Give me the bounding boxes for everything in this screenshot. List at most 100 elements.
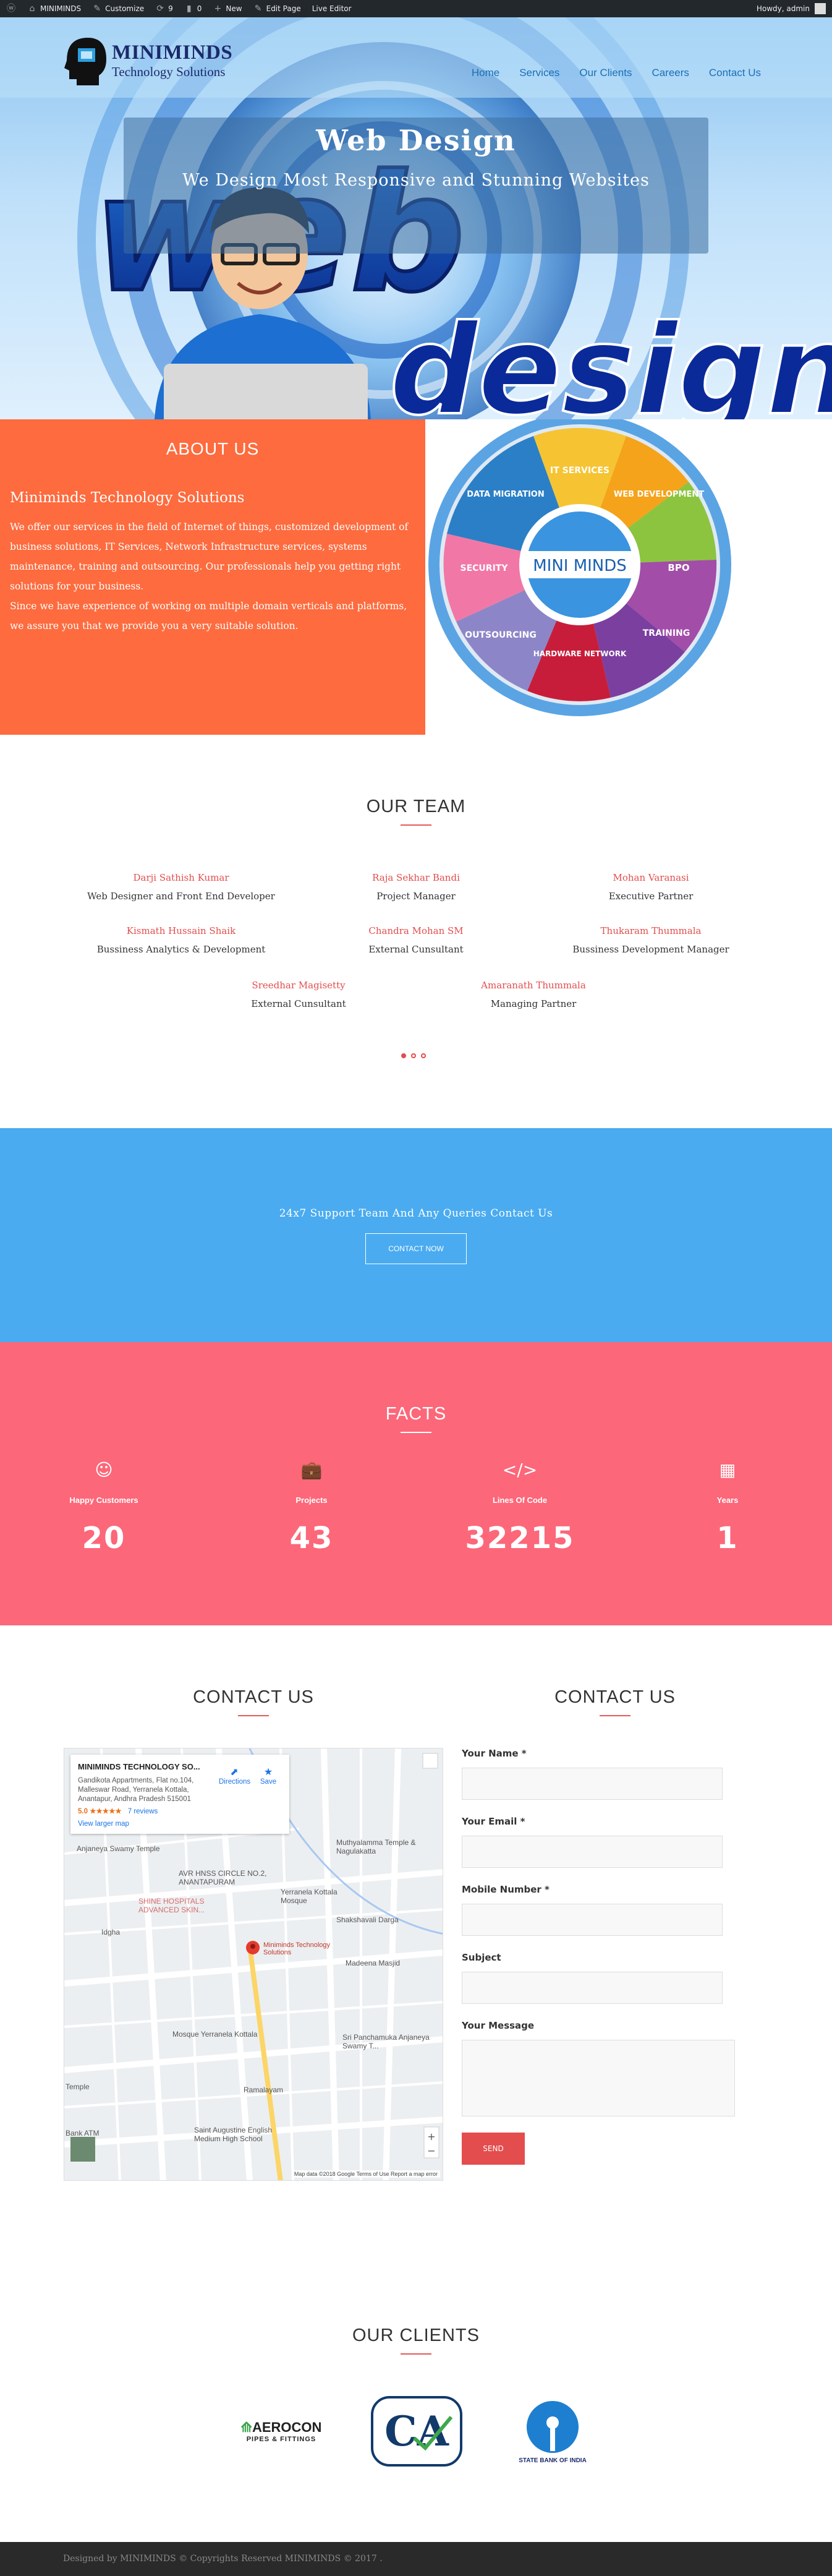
clients-heading: OUR CLIENTS	[352, 2326, 480, 2345]
fact-item: </> Lines Of Code 32215	[446, 1460, 594, 1555]
member-name: Chandra Mohan SM	[368, 925, 464, 936]
fact-label: Lines Of Code	[492, 1496, 548, 1505]
admin-account[interactable]: Howdy, admin	[757, 3, 826, 14]
member-name: Mohan Varanasi	[613, 872, 689, 883]
nav-services[interactable]: Services	[519, 67, 559, 79]
aerocon-mark-icon: ⟰	[240, 2420, 252, 2435]
member-name: Darji Sathish Kumar	[133, 872, 229, 883]
map-place-title: MINIMINDS TECHNOLOGY SO...	[78, 1762, 200, 1771]
wheel-segment-label: IT SERVICES	[550, 466, 609, 476]
admin-site-link[interactable]: ⌂ MINIMINDS	[27, 4, 82, 14]
fact-label: Projects	[295, 1496, 328, 1505]
main-nav: Home Services Our Clients Careers Contac…	[472, 67, 761, 79]
nav-contact-us[interactable]: Contact Us	[709, 67, 761, 79]
team-member: Kismath Hussain Shaik Bussiness Analytic…	[57, 925, 305, 955]
briefcase-icon: 💼	[300, 1460, 323, 1480]
mobile-label: Mobile Number *	[462, 1884, 550, 1895]
message-textarea[interactable]	[462, 2040, 735, 2116]
map-label: Sri Panchamuka Anjaneya Swamy T...	[342, 2033, 430, 2050]
contact-section: CONTACT US CONTACT US + − Anjaneya Swamy…	[0, 1625, 832, 2250]
team-member: Sreedhar Magisetty External Cunsultant	[175, 980, 422, 1009]
support-section: 24x7 Support Team And Any Queries Contac…	[0, 1128, 832, 1342]
map-label: Mosque Yerranela Kottala	[172, 2030, 258, 2039]
client-logo-aerocon[interactable]: ⟰AEROCON PIPES & FITTINGS	[229, 2391, 334, 2471]
fact-item: 💼 Projects 43	[237, 1460, 386, 1555]
send-button[interactable]: SEND	[462, 2133, 525, 2165]
svg-text:+: +	[427, 2131, 435, 2142]
member-role: Web Designer and Front End Developer	[87, 891, 275, 902]
map-label: Madeena Masjid	[346, 1959, 401, 1967]
client-logo-ca[interactable]: CA	[367, 2391, 466, 2471]
star-icon: ★	[263, 1767, 273, 1778]
admin-live-editor-link[interactable]: Live Editor	[312, 4, 352, 13]
member-role: Managing Partner	[490, 998, 577, 1009]
map-label: AVR HNSS CIRCLE NO.2, ANANTAPURAM	[179, 1869, 267, 1886]
plus-icon: +	[214, 4, 222, 14]
email-label: Your Email *	[462, 1816, 525, 1827]
about-heading: ABOUT US	[166, 439, 260, 458]
map-place-address: Gandikota Appartments, Flat no.104, Mall…	[78, 1777, 194, 1803]
carousel-dots	[401, 1053, 426, 1058]
nav-careers[interactable]: Careers	[652, 67, 689, 79]
member-role: Project Manager	[376, 891, 456, 902]
comment-icon: ▮	[186, 4, 192, 14]
about-section: ABOUT US Miniminds Technology Solutions …	[0, 419, 425, 735]
nav-home[interactable]: Home	[472, 67, 499, 79]
site-logo[interactable]: MINIMINDS Technology Solutions	[62, 30, 241, 92]
member-role: Bussiness Development Manager	[572, 944, 729, 955]
clients-section: OUR CLIENTS ⟰AEROCON PIPES & FITTINGS CA	[0, 2250, 832, 2542]
view-larger-map-link[interactable]: View larger map	[78, 1820, 282, 1828]
admin-updates-link[interactable]: ⟳ 9	[155, 4, 173, 14]
fact-label: Years	[716, 1496, 739, 1505]
facts-heading: FACTS	[385, 1404, 447, 1424]
avatar	[815, 3, 826, 14]
mobile-input[interactable]	[462, 1904, 723, 1936]
map-label: Ramalayam	[244, 2086, 284, 2094]
heading-underline	[401, 2353, 431, 2355]
admin-edit-page-link[interactable]: ✎ Edit Page	[253, 4, 301, 14]
subject-input[interactable]	[462, 1972, 723, 2004]
nav-our-clients[interactable]: Our Clients	[579, 67, 632, 79]
contact-now-button[interactable]: CONTACT NOW	[365, 1233, 467, 1264]
map-rating: 5.0 ★★★★★ 7 reviews	[78, 1808, 158, 1815]
map-reviews-link[interactable]: 7 reviews	[128, 1808, 158, 1815]
logo-tagline: Technology Solutions	[112, 64, 226, 79]
carousel-dot[interactable]	[411, 1053, 416, 1058]
site-footer: Designed by MINIMINDS © Copyrights Reser…	[0, 2542, 832, 2576]
client-logo-sbi[interactable]: STATE BANK OF INDIA	[509, 2391, 596, 2471]
admin-new-link[interactable]: + New	[213, 4, 242, 14]
map-directions-button[interactable]: ⬈ Directions	[219, 1766, 250, 1786]
admin-customize-link[interactable]: ✎ Customize	[92, 4, 144, 14]
code-icon: </>	[502, 1460, 538, 1480]
team-member: Amaranath Thummala Managing Partner	[410, 980, 657, 1009]
wp-logo-icon[interactable]: ⓦ	[6, 4, 16, 14]
header-bar: MINIMINDS Technology Solutions Home Serv…	[0, 17, 832, 98]
team-member: Thukaram Thummala Bussiness Development …	[527, 925, 775, 955]
email-input[interactable]	[462, 1836, 723, 1868]
facts-section: FACTS ☺ Happy Customers 20 💼 Projects 43…	[0, 1342, 832, 1625]
message-label: Your Message	[462, 2020, 535, 2031]
about-company-name: Miniminds Technology Solutions	[10, 490, 245, 506]
team-member: Chandra Mohan SM External Cunsultant	[292, 925, 540, 955]
carousel-dot[interactable]	[401, 1053, 406, 1058]
sbi-logo-icon	[527, 2400, 579, 2453]
map-save-button[interactable]: ★ Save	[253, 1766, 284, 1786]
carousel-dot[interactable]	[421, 1053, 426, 1058]
pencil-icon: ✎	[254, 4, 262, 14]
google-map[interactable]: + − Anjaneya Swamy Temple AVR HNSS CIRCL…	[64, 1748, 443, 2181]
map-label: Bank ATM	[66, 2129, 100, 2137]
logo-name: MINIMINDS	[112, 41, 233, 64]
admin-comments-link[interactable]: ▮ 0	[184, 4, 202, 14]
fact-item: ▦ Years 1	[653, 1460, 802, 1555]
member-role: External Cunsultant	[251, 998, 346, 1009]
team-section: OUR TEAM Darji Sathish Kumar Web Designe…	[0, 735, 832, 1128]
wheel-segment-label: HARDWARE NETWORK	[533, 649, 627, 658]
wheel-segment-label: BPO	[668, 562, 689, 573]
hero-title: Web Design	[316, 124, 516, 157]
heading-underline	[238, 1715, 269, 1716]
name-input[interactable]	[462, 1768, 723, 1800]
fact-value: 32215	[465, 1521, 575, 1555]
team-heading: OUR TEAM	[366, 797, 466, 816]
home-icon: ⌂	[29, 4, 35, 14]
heading-underline	[401, 1432, 431, 1433]
